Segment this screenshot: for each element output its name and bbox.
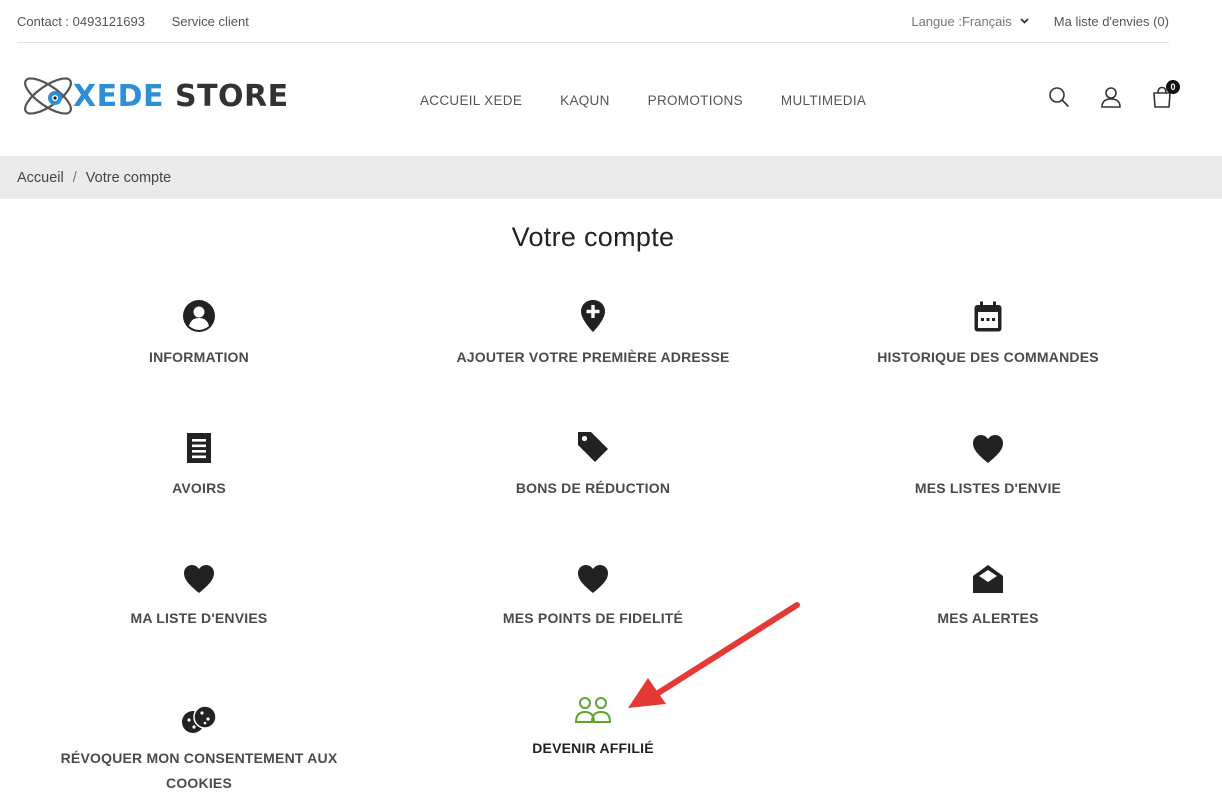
cart-count-badge: 0 bbox=[1166, 80, 1180, 94]
tag-icon bbox=[578, 432, 608, 462]
breadcrumb-home[interactable]: Accueil bbox=[17, 170, 64, 186]
heart-icon bbox=[578, 565, 608, 593]
wishlist-link[interactable]: Ma liste d'envies (0) bbox=[1054, 14, 1169, 29]
breadcrumb-separator: / bbox=[72, 169, 77, 186]
service-client-link[interactable]: Service client bbox=[172, 14, 249, 29]
nav-kaqun[interactable]: KAQUN bbox=[560, 93, 610, 108]
user-circle-icon bbox=[183, 300, 215, 332]
search-icon[interactable] bbox=[1048, 86, 1070, 113]
user-icon[interactable] bbox=[1100, 86, 1122, 113]
map-marker-plus-icon bbox=[581, 300, 605, 332]
tile-label: AJOUTER VOTRE PREMIÈRE ADRESSE bbox=[456, 349, 730, 365]
heart-icon bbox=[973, 435, 1003, 463]
tile-loyalty-points[interactable]: MES POINTS DE FIDELITÉ bbox=[428, 558, 758, 631]
envelope-open-icon bbox=[973, 565, 1003, 593]
page-title: Votre compte bbox=[511, 222, 675, 252]
heart-icon bbox=[184, 565, 214, 593]
tile-add-address[interactable]: AJOUTER VOTRE PREMIÈRE ADRESSE bbox=[428, 297, 758, 370]
receipt-icon bbox=[187, 433, 211, 463]
tile-label: HISTORIQUE DES COMMANDES bbox=[877, 349, 1099, 365]
calendar-icon bbox=[974, 301, 1002, 332]
main-nav: ACCUEIL XEDE KAQUN PROMOTIONS MULTIMEDIA bbox=[420, 93, 904, 108]
logo-text: XEDE STORE bbox=[73, 79, 289, 114]
tile-label: MA LISTE D'ENVIES bbox=[130, 610, 268, 626]
tile-label: BONS DE RÉDUCTION bbox=[515, 480, 671, 496]
tile-information[interactable]: INFORMATION bbox=[34, 297, 364, 370]
cart-icon[interactable]: 0 bbox=[1152, 80, 1180, 113]
tile-my-wishlists[interactable]: MES LISTES D'ENVIE bbox=[823, 428, 1153, 501]
atom-logo-icon bbox=[24, 77, 72, 115]
tile-label: RÉVOQUER MON CONSENTEMENT AUX COOKIES bbox=[60, 750, 338, 791]
users-icon bbox=[574, 697, 612, 723]
tile-label: MES POINTS DE FIDELITÉ bbox=[502, 610, 684, 626]
logo[interactable]: XEDE STORE bbox=[17, 65, 289, 127]
nav-accueil-xede[interactable]: ACCUEIL XEDE bbox=[420, 93, 522, 108]
tile-order-history[interactable]: HISTORIQUE DES COMMANDES bbox=[823, 297, 1153, 370]
tile-label: MES LISTES D'ENVIE bbox=[914, 480, 1062, 496]
contact-phone[interactable]: Contact : 0493121693 bbox=[17, 14, 145, 29]
cookie-icon bbox=[182, 705, 217, 733]
logo-text-xede: XEDE bbox=[73, 78, 165, 114]
chevron-down-icon bbox=[1020, 18, 1029, 24]
tile-label: DEVENIR AFFILIÉ bbox=[532, 740, 654, 756]
top-bar-right: Langue :Français Ma liste d'envies (0) bbox=[911, 14, 1169, 29]
tile-wishlist[interactable]: MA LISTE D'ENVIES bbox=[34, 558, 364, 631]
header: XEDE STORE ACCUEIL XEDE KAQUN PROMOTIONS… bbox=[0, 43, 1222, 155]
tile-label: INFORMATION bbox=[149, 349, 249, 365]
tile-alerts[interactable]: MES ALERTES bbox=[823, 558, 1153, 631]
tile-label: AVOIRS bbox=[172, 480, 226, 496]
header-icons: 0 bbox=[1018, 80, 1180, 113]
breadcrumb-current: Votre compte bbox=[85, 169, 172, 186]
tile-become-affiliate[interactable]: DEVENIR AFFILIÉ bbox=[428, 688, 758, 761]
breadcrumb: Accueil / Votre compte bbox=[0, 156, 1222, 199]
logo-text-store: STORE bbox=[164, 78, 289, 114]
language-selector[interactable]: Langue :Français bbox=[911, 13, 1029, 29]
nav-multimedia[interactable]: MULTIMEDIA bbox=[781, 93, 866, 108]
tile-avoirs[interactable]: AVOIRS bbox=[34, 428, 364, 501]
tile-vouchers[interactable]: BONS DE RÉDUCTION bbox=[428, 428, 758, 501]
tile-label: MES ALERTES bbox=[937, 610, 1039, 626]
language-label: Langue :Français bbox=[911, 13, 1012, 29]
top-bar: Contact : 0493121693 Service client Lang… bbox=[17, 0, 1169, 43]
top-bar-left: Contact : 0493121693 Service client bbox=[17, 14, 272, 29]
tile-revoke-cookies[interactable]: RÉVOQUER MON CONSENTEMENT AUX COOKIES bbox=[34, 698, 364, 796]
nav-promotions[interactable]: PROMOTIONS bbox=[648, 93, 743, 108]
